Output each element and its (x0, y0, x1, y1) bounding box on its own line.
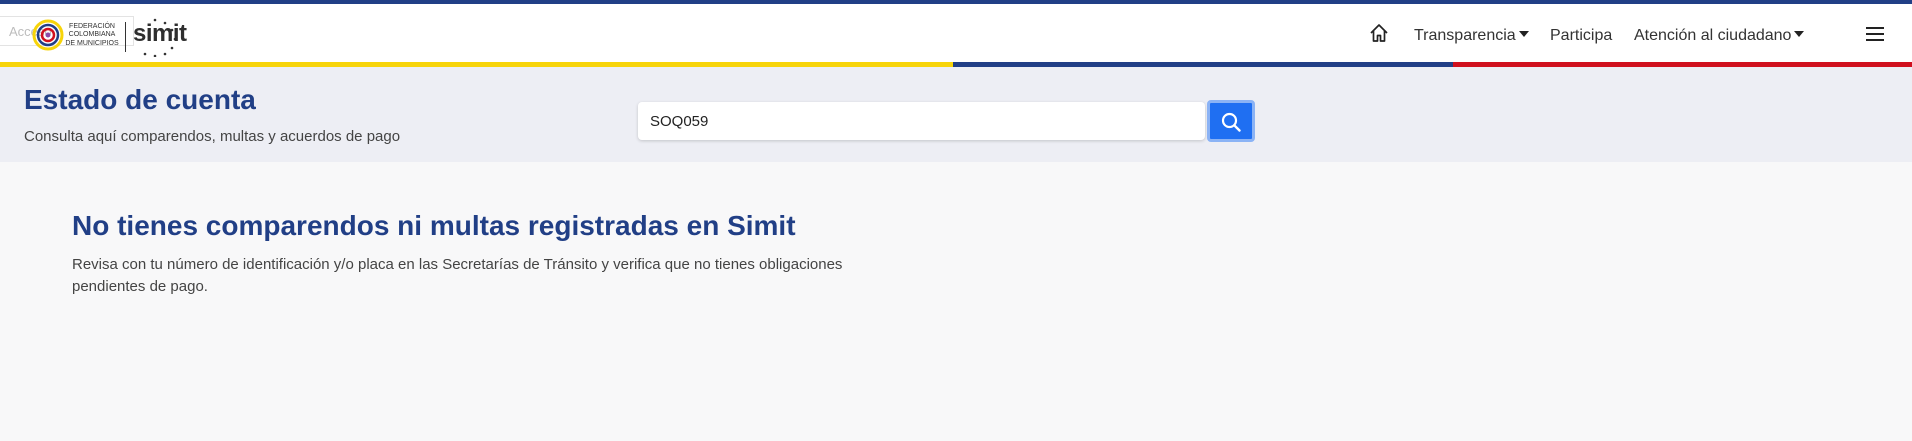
hamburger-menu-icon[interactable] (1866, 26, 1884, 42)
nav-atencion-label: Atención al ciudadano (1634, 27, 1792, 44)
simit-wordmark: simit (133, 20, 187, 47)
nav-transparencia[interactable]: Transparencia (1414, 27, 1529, 45)
search-input[interactable] (638, 102, 1205, 140)
search-button[interactable] (1207, 100, 1255, 142)
logo-separator (125, 22, 126, 52)
home-icon[interactable] (1369, 23, 1389, 43)
nav-participa-label: Participa (1550, 27, 1613, 44)
no-results-title: No tienes comparendos ni multas registra… (72, 210, 796, 241)
account-status-banner: Estado de cuenta Consulta aquí comparend… (0, 67, 1912, 162)
caret-down-icon (1794, 31, 1805, 37)
page-subtitle: Consulta aquí comparendos, multas y acue… (24, 128, 401, 145)
fcm-logo-text: FEDERACIÓN COLOMBIANA DE MUNICIPIOS (65, 23, 119, 47)
nav-participa[interactable]: Participa (1550, 27, 1612, 45)
caret-down-icon (1518, 31, 1529, 37)
navbar: Acceso FEDERACIÓN COLOMBIANA DE MUNICIPI… (0, 4, 1912, 62)
nav-atencion-ciudadano[interactable]: Atención al ciudadano (1634, 27, 1805, 45)
nav-transparencia-label: Transparencia (1414, 27, 1516, 44)
page-title: Estado de cuenta (24, 84, 256, 115)
search-box (638, 102, 1205, 140)
simit-logo[interactable]: FEDERACIÓN COLOMBIANA DE MUNICIPIOS simi… (30, 17, 187, 57)
no-results-description: Revisa con tu número de identificación y… (72, 256, 843, 295)
search-icon (1221, 112, 1241, 132)
fcm-logo-icon (32, 19, 64, 51)
